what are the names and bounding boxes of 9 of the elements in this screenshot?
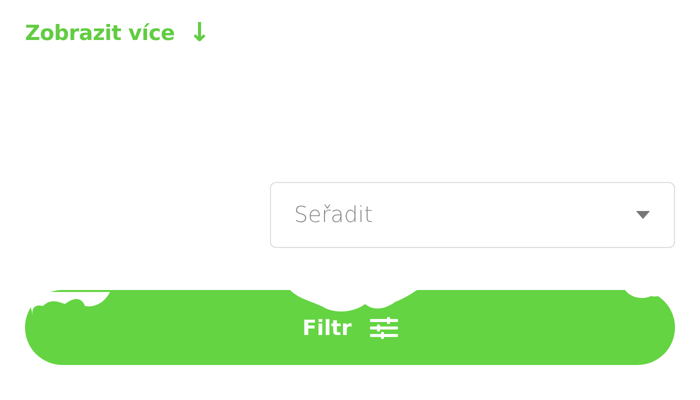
caret-down-icon [636,211,650,219]
filter-label: Filtr [302,316,352,340]
sliders-icon [370,316,398,338]
filter-button[interactable]: Filtr [25,290,675,365]
show-more-link[interactable]: Zobrazit více ↓ [25,20,210,46]
arrow-down-icon: ↓ [188,20,210,46]
sort-placeholder: Seřadit [294,202,373,228]
show-more-label: Zobrazit více [25,21,175,45]
sort-select[interactable]: Seřadit [270,182,675,248]
